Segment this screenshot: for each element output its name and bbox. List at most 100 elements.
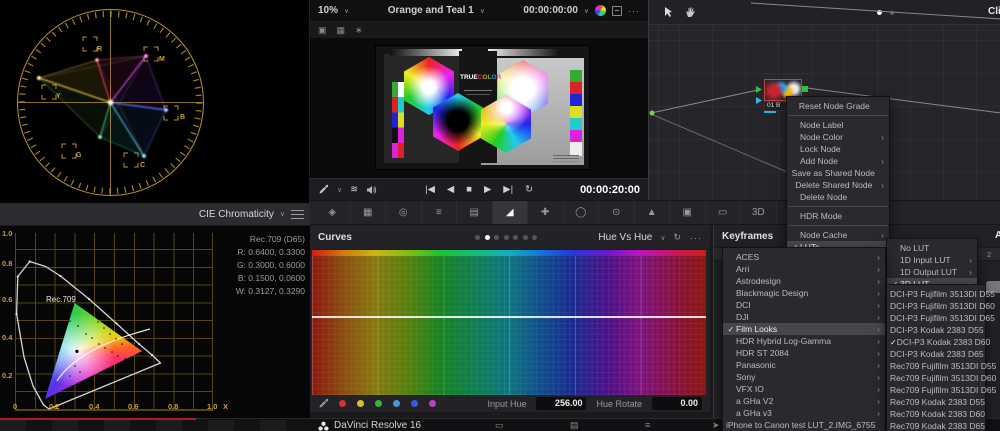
menu-item[interactable]: Rec709 Kodak 2383 D55 <box>887 396 985 408</box>
hue-curve-line[interactable] <box>312 316 706 318</box>
loop-button[interactable]: ↻ <box>525 184 533 195</box>
hue-rotate-field[interactable]: 0.00 <box>652 397 702 410</box>
expand-icon[interactable] <box>612 6 622 16</box>
page-dot[interactable] <box>485 235 490 240</box>
menu-item[interactable]: DCI-P3 Fujifilm 3513DI D60 <box>887 300 985 312</box>
menu-item[interactable]: Rec709 Fujifilm 3513DI D65 <box>887 384 985 396</box>
menu-item[interactable]: ✓Film Looks› <box>723 323 885 335</box>
menu-item[interactable]: Node Color› <box>787 131 889 143</box>
menu-item[interactable]: Lock Node <box>787 143 889 155</box>
chevron-down-icon[interactable]: ∨ <box>584 7 589 15</box>
key-icon[interactable]: ▣ <box>670 201 706 224</box>
menu-item[interactable]: 1D Input LUT› <box>887 254 977 266</box>
more-icon[interactable]: ··· <box>628 6 640 16</box>
menu-item[interactable]: HDR Hybrid Log-Gamma› <box>723 335 885 347</box>
keyframes-all-tab[interactable]: All <box>995 230 1000 241</box>
tracker-icon[interactable]: ⊙ <box>599 201 635 224</box>
menu-item[interactable]: 1D Output LUT› <box>887 266 977 278</box>
menu-item[interactable]: a GHa V2› <box>723 395 885 407</box>
viewer-timecode[interactable]: 00:00:00:00 <box>523 5 577 16</box>
menu-item[interactable]: iPhone to Canon test LUT_2.IMG_6755 <box>723 419 885 431</box>
chevron-down-icon[interactable]: ∨ <box>480 7 485 15</box>
more-icon[interactable]: ··· <box>690 233 702 243</box>
blur-icon[interactable]: ▲ <box>635 201 671 224</box>
media-page-icon[interactable]: ▭ <box>495 420 504 431</box>
menu-item[interactable]: Arri› <box>723 263 885 275</box>
menu-item[interactable]: Save as Shared Node <box>787 167 889 179</box>
menu-item[interactable]: DCI-P3 Kodak 2383 D55 <box>887 324 985 336</box>
menu-item[interactable]: ✓DCI-P3 Kodak 2383 D60 <box>887 336 985 348</box>
menu-item[interactable]: No LUT <box>887 242 977 254</box>
chevron-down-icon[interactable]: ∨ <box>344 7 349 15</box>
menu-item[interactable]: Reset Node Grade <box>787 100 889 112</box>
menu-item[interactable]: Astrodesign› <box>723 275 885 287</box>
input-hue-field[interactable]: 256.00 <box>536 397 586 410</box>
davinci-resolve-logo-icon[interactable] <box>318 421 329 431</box>
page-dot[interactable] <box>494 235 499 240</box>
menu-item[interactable]: Node Label <box>787 119 889 131</box>
viewer-zoom-select[interactable]: 10% <box>318 5 338 16</box>
red-hue-dot[interactable] <box>339 400 346 407</box>
menu-item[interactable]: DJI› <box>723 311 885 323</box>
chevron-down-icon[interactable]: ∨ <box>280 210 285 218</box>
menu-item[interactable]: Rec709 Kodak 2383 D60 <box>887 408 985 420</box>
stereo-3d-icon[interactable]: 3D <box>741 201 777 224</box>
menu-item[interactable]: Add Node› <box>787 155 889 167</box>
page-dot[interactable] <box>532 235 537 240</box>
color-match-icon[interactable]: ▦ <box>351 201 387 224</box>
menu-item[interactable]: DCI› <box>723 299 885 311</box>
eyedropper-icon[interactable] <box>318 184 329 195</box>
grid-view-icon[interactable]: ▦ <box>337 25 346 36</box>
color-wheel-icon[interactable] <box>595 5 606 16</box>
cyan-hue-dot[interactable] <box>393 400 400 407</box>
scope-settings-icon[interactable] <box>291 210 304 219</box>
page-dot[interactable] <box>513 235 518 240</box>
chevron-down-icon[interactable]: ∨ <box>660 234 665 242</box>
menu-item[interactable] <box>788 115 888 116</box>
menu-item[interactable]: Delete Node <box>787 191 889 203</box>
viewer-video-area[interactable]: TRUECOLOR <box>310 38 648 178</box>
rgb-mixer-icon[interactable]: ≡ <box>422 201 458 224</box>
menu-item[interactable] <box>788 206 888 207</box>
fairlight-page-icon[interactable]: ≡ <box>645 420 650 430</box>
menu-item[interactable]: DCI-P3 Fujifilm 3513DI D55 <box>887 288 985 300</box>
magenta-hue-dot[interactable] <box>429 400 436 407</box>
menu-item[interactable]: Delete Shared Node› <box>787 179 889 191</box>
deliver-page-icon[interactable]: ➤ <box>712 420 720 431</box>
camera-raw-icon[interactable]: ◈ <box>315 201 351 224</box>
sizing-icon[interactable]: ▭ <box>706 201 742 224</box>
edit-page-icon[interactable]: ▤ <box>570 420 579 431</box>
menu-item[interactable]: Node Cache› <box>787 229 889 241</box>
cie-title[interactable]: CIE Chromaticity <box>199 209 274 220</box>
go-first-button[interactable]: |◀ <box>425 184 435 195</box>
menu-item[interactable]: HDR ST 2084› <box>723 347 885 359</box>
power-window-icon[interactable]: ◯ <box>564 201 600 224</box>
enhance-icon[interactable]: ∗ <box>355 25 363 36</box>
speaker-icon[interactable] <box>366 185 378 195</box>
play-button[interactable]: ▶ <box>484 184 491 195</box>
menu-item[interactable]: Rec709 Fujifilm 3513DI D55 <box>887 360 985 372</box>
go-last-button[interactable]: ▶| <box>503 184 513 195</box>
menu-item[interactable]: ACES› <box>723 251 885 263</box>
menu-item[interactable]: Panasonic› <box>723 359 885 371</box>
eyedropper-icon[interactable] <box>318 398 329 409</box>
curve-mode-select[interactable]: Hue Vs Hue <box>598 232 652 243</box>
color-wheels-icon[interactable]: ◎ <box>386 201 422 224</box>
qualifier-icon[interactable]: ✚ <box>528 201 564 224</box>
green-hue-dot[interactable] <box>375 400 382 407</box>
curves-icon[interactable]: ◢ <box>493 201 529 224</box>
wipe-mode-icon[interactable]: ≋ <box>350 184 358 195</box>
reset-icon[interactable]: ↻ <box>673 232 682 243</box>
stop-button[interactable]: ■ <box>466 184 472 195</box>
menu-item[interactable]: a GHa v3› <box>723 407 885 419</box>
clip-thumb-icon[interactable]: ▣ <box>318 25 327 36</box>
clip-title-select[interactable]: Orange and Teal 1 <box>388 5 474 16</box>
menu-item[interactable]: Rec709 Fujifilm 3513DI D60 <box>887 372 985 384</box>
menu-item[interactable]: Blackmagic Design› <box>723 287 885 299</box>
yellow-hue-dot[interactable] <box>357 400 364 407</box>
step-back-button[interactable]: ◀ <box>447 184 454 195</box>
motion-effects-icon[interactable]: ▤ <box>457 201 493 224</box>
hue-vs-hue-curve-area[interactable] <box>312 256 706 395</box>
chevron-down-icon[interactable]: ∨ <box>337 186 342 194</box>
blue-hue-dot[interactable] <box>411 400 418 407</box>
